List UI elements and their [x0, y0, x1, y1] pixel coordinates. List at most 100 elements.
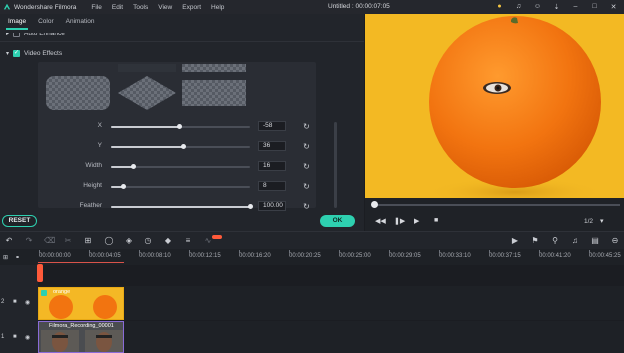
- headset-icon[interactable]: ♫: [514, 2, 523, 11]
- reset-param-icon[interactable]: ↻: [302, 202, 311, 211]
- param-slider[interactable]: [111, 204, 253, 209]
- eye-icon[interactable]: ◉: [25, 334, 30, 341]
- reset-param-icon[interactable]: ↻: [302, 162, 311, 171]
- chevron-down-icon[interactable]: ▾: [600, 217, 604, 225]
- reset-param-icon[interactable]: ↻: [302, 122, 311, 131]
- play-icon[interactable]: ▶: [414, 217, 419, 225]
- minimize-icon[interactable]: –: [571, 2, 580, 11]
- ruler-timecode: 00:00:29:05: [389, 253, 421, 259]
- title-bar: Wondershare Filmora File Edit Tools View…: [0, 0, 624, 14]
- ok-button[interactable]: OK: [320, 215, 355, 227]
- param-value-input[interactable]: -58: [258, 121, 286, 131]
- menu-export[interactable]: Export: [182, 4, 201, 11]
- chevron-down-icon[interactable]: ▾: [6, 50, 9, 57]
- app-name: Wondershare Filmora: [14, 3, 77, 11]
- step-back-icon[interactable]: ◀◀: [375, 217, 386, 225]
- reset-param-icon[interactable]: ↻: [302, 182, 311, 191]
- edit-tabs: Image Color Animation: [0, 14, 364, 30]
- param-value-input[interactable]: 100.00: [258, 201, 286, 211]
- voiceover-icon[interactable]: ♫: [570, 236, 580, 246]
- eye-icon[interactable]: ◉: [25, 299, 30, 306]
- mic-icon[interactable]: ⚲: [550, 236, 560, 246]
- ruler-timecode: 00:00:08:10: [139, 253, 171, 259]
- param-slider[interactable]: [111, 124, 250, 129]
- delete-icon[interactable]: ⌫: [44, 236, 55, 246]
- slider-knob[interactable]: [130, 164, 136, 169]
- maximize-icon[interactable]: □: [590, 2, 599, 11]
- preview-controls: [365, 198, 624, 231]
- filmora-logo-icon: [3, 3, 11, 10]
- adjust-icon[interactable]: ≡: [183, 236, 193, 246]
- ruler-timecode: 00:00:25:00: [339, 253, 371, 259]
- panel-scrollbar[interactable]: [334, 122, 337, 208]
- ruler-timecode: 00:00:41:20: [539, 253, 571, 259]
- mask-preset-partial-2[interactable]: [118, 64, 176, 72]
- param-label: Feather: [79, 202, 102, 209]
- color-icon[interactable]: ◈: [124, 236, 134, 246]
- video-effects-checkbox[interactable]: ✓: [13, 50, 21, 57]
- orange-preview-image: [365, 14, 624, 198]
- menu-edit[interactable]: Edit: [112, 4, 123, 11]
- keyframe-icon[interactable]: ◆: [163, 236, 173, 246]
- reset-button[interactable]: RESET: [2, 215, 37, 227]
- marker-icon[interactable]: ⚑: [530, 236, 540, 246]
- preview-progress-knob[interactable]: [371, 201, 378, 208]
- download-icon[interactable]: ⇣: [552, 2, 561, 11]
- ruler-timecode: 00:00:04:05: [89, 253, 121, 259]
- clip-orange[interactable]: orange: [38, 287, 124, 320]
- menu-file[interactable]: File: [91, 4, 101, 11]
- slider-knob[interactable]: [247, 204, 253, 209]
- lock-icon[interactable]: ■: [13, 334, 17, 340]
- param-label: Width: [85, 162, 102, 169]
- lightbulb-icon[interactable]: ●: [495, 2, 504, 11]
- lock-icon[interactable]: ■: [13, 299, 17, 305]
- slider-knob[interactable]: [121, 184, 126, 189]
- account-icon[interactable]: ☺: [533, 2, 542, 11]
- menu-help[interactable]: Help: [211, 4, 224, 11]
- render-icon[interactable]: ▶: [510, 236, 520, 246]
- stop-icon[interactable]: ■: [434, 217, 438, 224]
- undo-icon[interactable]: ↶: [4, 236, 14, 246]
- redo-icon[interactable]: ↷: [24, 236, 34, 246]
- param-slider[interactable]: [111, 164, 250, 169]
- preview-progress-track[interactable]: [374, 204, 620, 206]
- preview-viewer[interactable]: [365, 14, 624, 198]
- snapshot-icon[interactable]: ▤: [590, 236, 600, 246]
- mask-preset-rectangle[interactable]: [182, 80, 246, 106]
- crop-icon[interactable]: ⊞: [83, 236, 93, 246]
- param-slider[interactable]: [111, 184, 250, 189]
- tab-image[interactable]: Image: [4, 14, 30, 30]
- slider-knob[interactable]: [176, 124, 182, 129]
- menu-view[interactable]: View: [158, 4, 172, 11]
- param-value-input[interactable]: 36: [258, 141, 286, 151]
- preview-ratio[interactable]: 1/2: [584, 218, 593, 225]
- tab-color[interactable]: Color: [34, 14, 58, 30]
- link-icon[interactable]: ⚭: [15, 254, 20, 261]
- add-track-icon[interactable]: ⊞: [3, 254, 8, 261]
- close-icon[interactable]: ✕: [609, 2, 618, 11]
- video-effects-row[interactable]: ▾ ✓ Video Effects: [6, 50, 62, 57]
- play-pause-icon[interactable]: ❚▶: [394, 217, 405, 225]
- param-value-input[interactable]: 16: [258, 161, 286, 171]
- track-headers: [0, 265, 38, 353]
- ruler-timecode: 00:00:16:20: [239, 253, 271, 259]
- menu-bar: File Edit Tools View Export Help: [91, 4, 224, 11]
- clip-recording[interactable]: Filmora_Recording_00001: [38, 321, 124, 353]
- mask-preset-rounded-rectangle[interactable]: [46, 76, 110, 110]
- param-slider[interactable]: [111, 144, 250, 149]
- cut-icon[interactable]: ✂: [63, 236, 73, 246]
- timeline-range-line: [38, 262, 124, 263]
- slider-knob[interactable]: [180, 144, 186, 149]
- zoom-icon[interactable]: ◯: [104, 236, 114, 246]
- reset-param-icon[interactable]: ↻: [302, 142, 311, 151]
- mask-preset-partial[interactable]: [182, 64, 246, 72]
- playhead[interactable]: [37, 264, 43, 282]
- tab-animation[interactable]: Animation: [62, 14, 99, 30]
- ruler-timecode: 00:00:20:25: [289, 253, 321, 259]
- zoom-out-icon[interactable]: ⊖: [610, 236, 620, 246]
- track-2-number: 2: [1, 299, 5, 305]
- param-value-input[interactable]: 8: [258, 181, 286, 191]
- menu-tools[interactable]: Tools: [133, 4, 148, 11]
- param-label: Height: [83, 182, 102, 189]
- speed-icon[interactable]: ◷: [143, 236, 153, 246]
